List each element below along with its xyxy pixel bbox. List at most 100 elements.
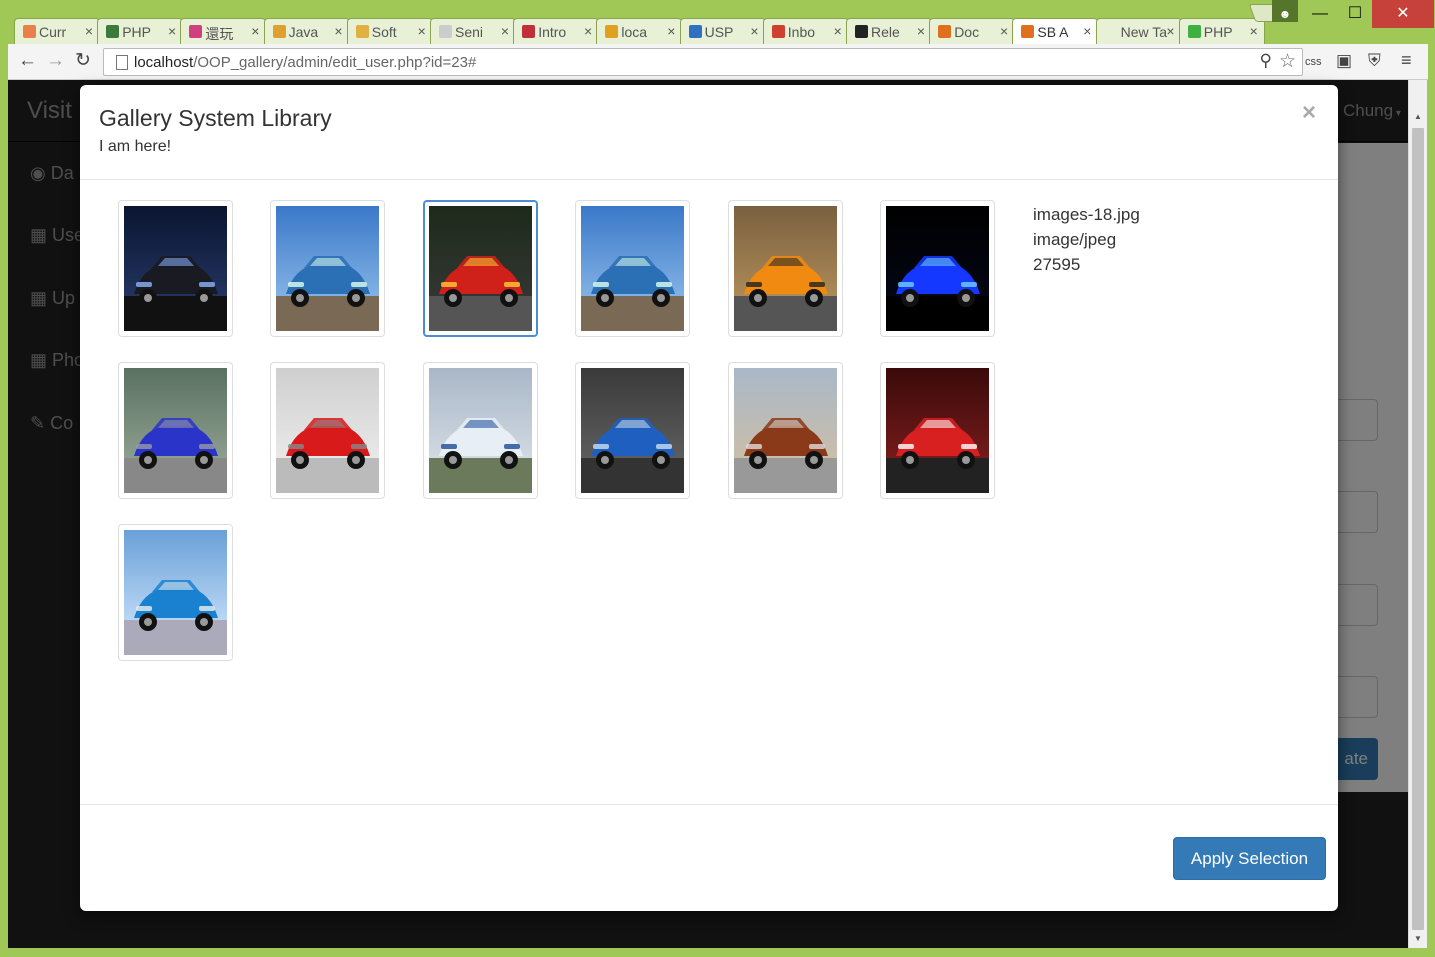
gallery-thumbnail[interactable] (270, 362, 385, 499)
modal-subtitle: I am here! (99, 138, 172, 155)
gallery-thumbnail[interactable] (423, 200, 538, 337)
tab[interactable]: Java × (263, 18, 350, 44)
tab[interactable]: loca × (596, 18, 683, 44)
gallery-thumbnail[interactable] (575, 362, 690, 499)
tab-close-icon[interactable]: × (251, 23, 259, 39)
tab-close-icon[interactable]: × (834, 23, 842, 39)
page-scrollbar[interactable]: ▲ ▼ (1408, 80, 1427, 948)
gallery-thumbnail[interactable] (880, 200, 995, 337)
car-image (429, 206, 532, 331)
scrollbar-thumb[interactable] (1412, 128, 1424, 930)
gallery-thumbnail[interactable] (118, 200, 233, 337)
tab-close-icon[interactable]: × (85, 23, 93, 39)
page-icon (116, 55, 128, 70)
car-image (886, 368, 989, 493)
tab-label: 還玩 (205, 26, 234, 42)
css-extension-icon[interactable]: css (1305, 56, 1322, 68)
gallery-thumbnail[interactable] (575, 200, 690, 337)
tab-label: Intro (538, 24, 567, 40)
tab[interactable]: Seni × (430, 18, 516, 44)
scroll-down-icon[interactable]: ▼ (1414, 934, 1422, 943)
tab[interactable]: Soft × (346, 18, 433, 44)
tab-favicon-icon (106, 25, 120, 38)
tab[interactable]: Intro × (513, 18, 600, 44)
tab[interactable]: USP × (679, 18, 766, 44)
tab-close-icon[interactable]: × (501, 23, 509, 39)
minimize-button[interactable]: — (1305, 0, 1335, 28)
gallery-modal: Gallery System Library I am here! × imag… (80, 85, 1338, 911)
tab-close-icon[interactable]: × (750, 23, 758, 39)
tab-favicon-icon (355, 25, 369, 38)
tab-close-icon[interactable]: × (917, 23, 925, 39)
tab-label: Soft (371, 24, 397, 40)
tab-favicon-icon (771, 25, 785, 38)
back-icon[interactable]: ← (18, 51, 37, 71)
reload-icon[interactable]: ↻ (75, 51, 91, 71)
car-image (734, 206, 837, 331)
tab-favicon-icon (189, 25, 203, 38)
gallery-thumbnail[interactable] (423, 362, 538, 499)
scroll-up-icon[interactable]: ▲ (1414, 112, 1422, 121)
tab-favicon-icon (23, 25, 36, 38)
apply-selection-button[interactable]: Apply Selection (1173, 837, 1326, 880)
tab-close-icon[interactable]: × (334, 23, 342, 39)
car-image (581, 206, 684, 331)
extension-icon[interactable]: ▣ (1336, 51, 1352, 71)
profile-icon[interactable]: ☻ (1272, 0, 1298, 22)
gallery-thumbnail[interactable] (118, 524, 233, 661)
tab[interactable]: SB A × (1012, 18, 1099, 46)
gallery-thumbnail[interactable] (270, 200, 385, 337)
tab-favicon-icon (855, 25, 868, 38)
browser-window: Curr × PHP × 還玩 × Java × Soft × Seni × Intro × loca × US… (0, 0, 1435, 957)
tab[interactable]: Doc × (929, 18, 1016, 44)
tab-label: Curr (39, 24, 67, 40)
maximize-button[interactable]: ☐ (1340, 0, 1370, 28)
tab-label: Java (288, 24, 319, 40)
zoom-icon[interactable]: ⚲ (1260, 51, 1272, 71)
address-bar[interactable]: localhost/OOP_gallery/admin/edit_user.ph… (103, 48, 1303, 76)
modal-header: Gallery System Library I am here! × (80, 85, 1338, 180)
car-image (124, 206, 227, 331)
tab-favicon-icon (605, 25, 619, 38)
tab[interactable]: Rele × (846, 18, 932, 44)
tab-close-icon[interactable]: × (584, 23, 592, 39)
tab-close-icon[interactable]: × (1083, 23, 1091, 39)
tab-favicon-icon (272, 25, 286, 38)
gallery-thumbnail[interactable] (118, 362, 233, 499)
shield-icon[interactable]: ⛨ (1368, 51, 1381, 71)
forward-icon[interactable]: → (46, 51, 65, 71)
car-image (886, 206, 989, 331)
tab-close-icon[interactable]: × (1166, 23, 1174, 39)
modal-title: Gallery System Library (99, 105, 332, 131)
tab[interactable]: Inbo × (762, 18, 849, 44)
tab[interactable]: PHP × (97, 18, 184, 44)
tab-close-icon[interactable]: × (1250, 23, 1258, 39)
close-window-button[interactable]: ✕ (1372, 0, 1434, 28)
info-filename: images-18.jpg (1033, 205, 1140, 224)
tab-close-icon[interactable]: × (418, 23, 426, 39)
tab-label: Inbo (787, 24, 816, 40)
tab-label: USP (704, 24, 734, 40)
menu-icon[interactable]: ≡ (1401, 50, 1412, 71)
tab[interactable]: New Ta × (1095, 18, 1182, 44)
tab-favicon-icon (688, 25, 702, 38)
car-image (734, 368, 837, 493)
tab-close-icon[interactable]: × (168, 23, 176, 39)
tab-close-icon[interactable]: × (667, 23, 675, 39)
car-image (276, 206, 379, 331)
gallery-thumbnail[interactable] (728, 362, 843, 499)
tab[interactable]: 還玩 × (180, 18, 267, 44)
gallery-thumbnail[interactable] (880, 362, 995, 499)
car-image (581, 368, 684, 493)
gallery-thumbnail[interactable] (728, 200, 843, 337)
tab-close-icon[interactable]: × (1000, 23, 1008, 39)
tab[interactable]: PHP × (1178, 18, 1265, 44)
tab[interactable]: Curr × (14, 18, 100, 44)
car-image (124, 368, 227, 493)
close-icon[interactable]: × (1302, 99, 1316, 127)
info-size: 27595 (1033, 255, 1081, 274)
bookmark-star-icon[interactable]: ☆ (1279, 50, 1296, 73)
tab-favicon-icon (938, 25, 952, 38)
tab-label: PHP (1203, 24, 1233, 40)
url-text[interactable]: localhost/OOP_gallery/admin/edit_user.ph… (134, 54, 476, 71)
